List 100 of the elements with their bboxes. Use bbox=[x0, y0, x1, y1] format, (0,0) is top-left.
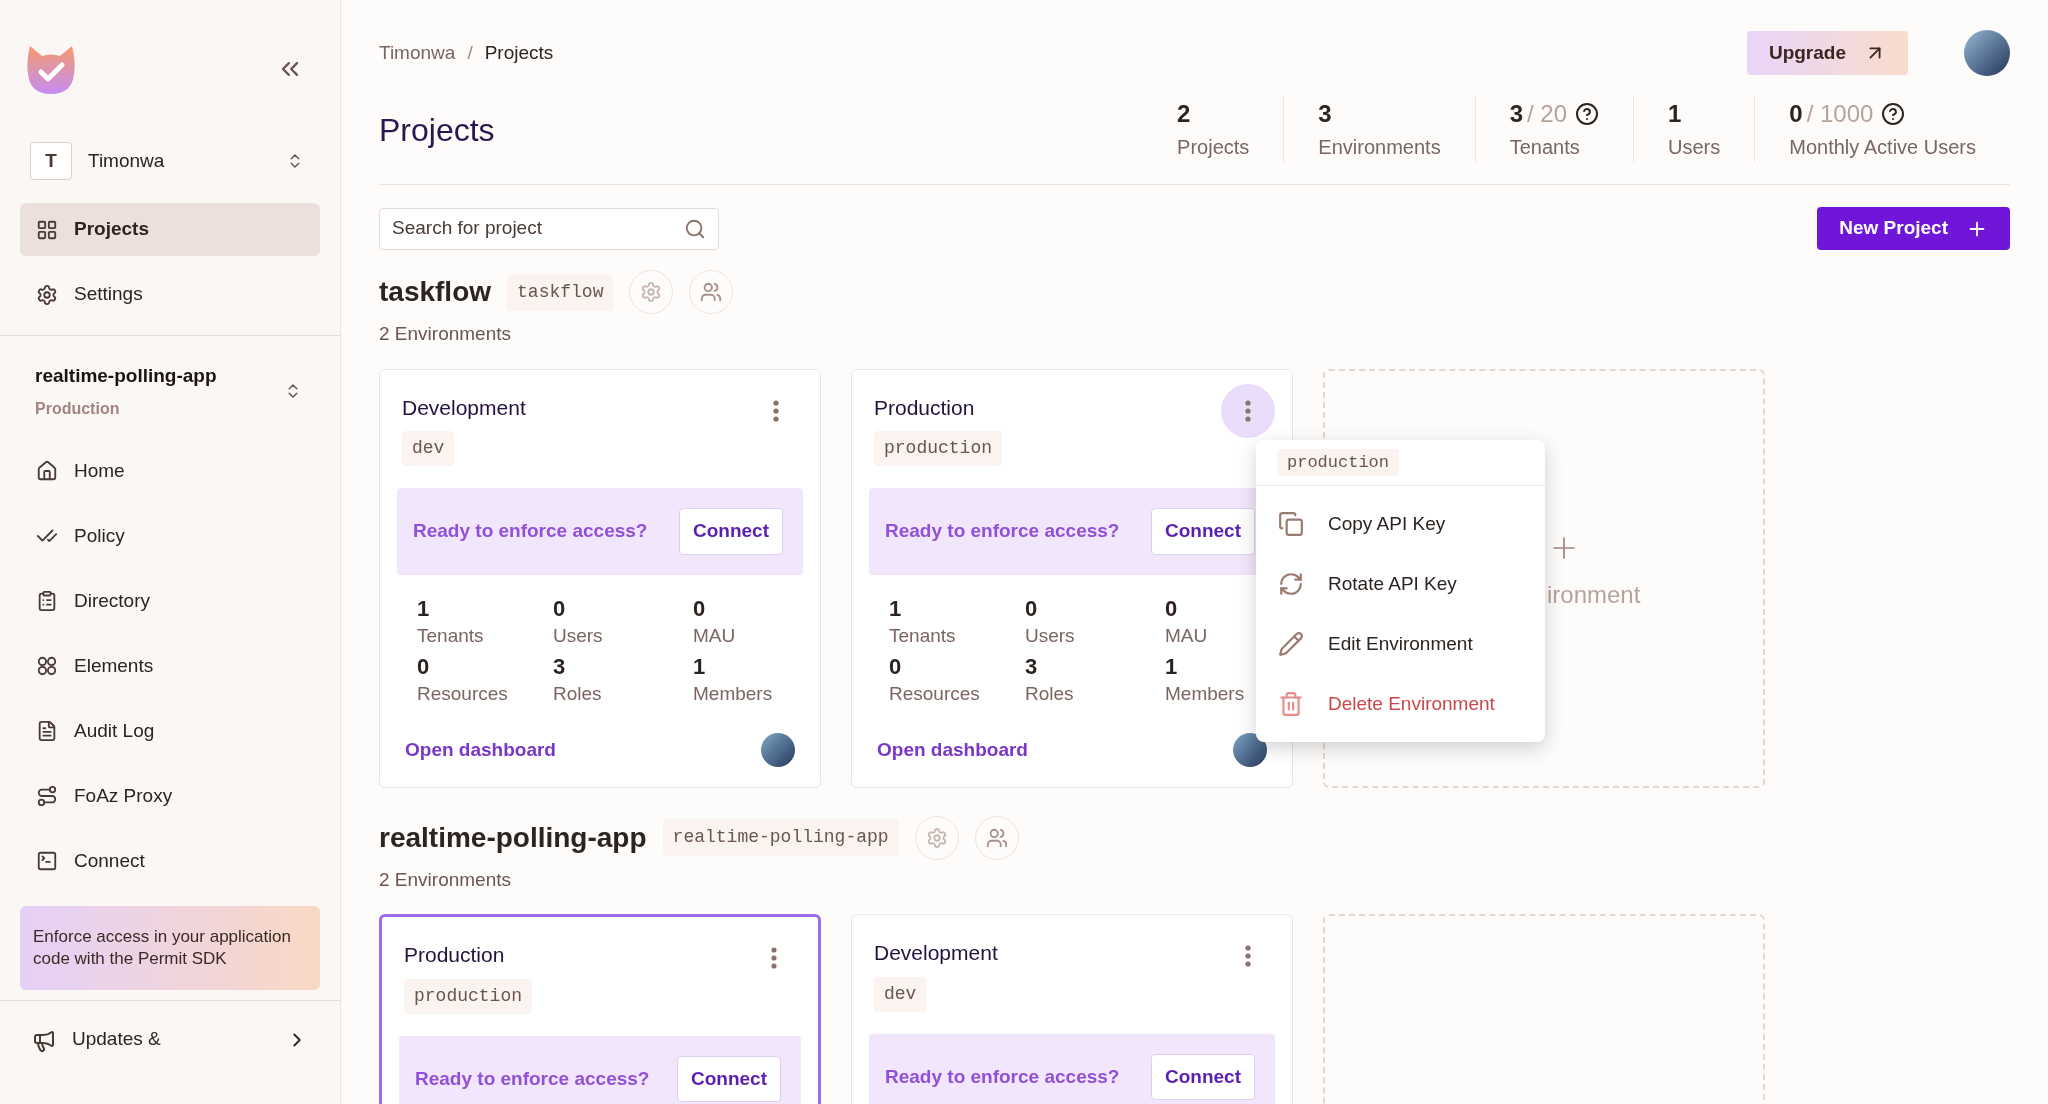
connect-button[interactable]: Connect bbox=[1151, 508, 1255, 555]
people-icon bbox=[985, 826, 1008, 849]
environment-slug: production bbox=[404, 978, 533, 1014]
sidebar-item[interactable]: FoAz Proxy bbox=[20, 769, 320, 823]
metric-value: 0 bbox=[417, 653, 431, 681]
breadcrumb-separator: / bbox=[467, 40, 473, 65]
stat-label: Projects bbox=[1177, 135, 1250, 160]
kebab-icon bbox=[1245, 945, 1251, 967]
open-dashboard-link[interactable]: Open dashboard bbox=[405, 735, 556, 765]
environment-count: 2 Environments bbox=[379, 867, 512, 892]
banner-text: Ready to enforce access? bbox=[415, 1066, 650, 1091]
metric-label: Members bbox=[1165, 682, 1246, 706]
org-name[interactable]: Timonwa bbox=[88, 146, 286, 176]
stat-limit: / 1000 bbox=[1806, 99, 1874, 129]
kebab-icon bbox=[771, 947, 777, 969]
metric-value: 0 bbox=[1025, 595, 1039, 623]
banner-text: Ready to enforce access? bbox=[885, 519, 1120, 544]
stat-value: 3 bbox=[1509, 99, 1523, 129]
search-icon bbox=[684, 217, 706, 240]
environment-title: Development bbox=[402, 394, 526, 421]
list-icon bbox=[36, 590, 58, 612]
connect-button[interactable]: Connect bbox=[1151, 1053, 1255, 1101]
environment-title: Production bbox=[404, 942, 505, 968]
stat-label: Tenants bbox=[1509, 135, 1581, 160]
environment-card[interactable]: Development dev Ready to enforce access? Connect 1 Tenants 0 Users 0 MAU 0 Resources 3 Roles 1 Members Open dashboard bbox=[379, 368, 821, 788]
document-icon bbox=[36, 720, 58, 742]
avatar bbox=[761, 733, 795, 767]
menu-item[interactable]: Rotate API Key bbox=[1256, 554, 1545, 614]
stat-value: 3 bbox=[1318, 99, 1332, 129]
menu-item[interactable]: Delete Environment bbox=[1256, 674, 1545, 734]
grid-icon bbox=[36, 218, 58, 241]
more-button[interactable] bbox=[1221, 383, 1275, 438]
breadcrumb-link[interactable]: Projects bbox=[484, 38, 554, 68]
updates-link[interactable]: Updates & bbox=[72, 1024, 270, 1053]
environment-slug: dev bbox=[402, 431, 455, 466]
environment-card[interactable]: Production production Ready to enforce access? Connect bbox=[379, 914, 821, 1104]
sidebar-item[interactable]: Audit Log bbox=[20, 704, 320, 758]
breadcrumb-link[interactable]: Timonwa bbox=[379, 38, 456, 68]
metric-value: 0 bbox=[889, 653, 903, 681]
project-slug: realtime-polling-app bbox=[662, 819, 899, 856]
metric-label: Users bbox=[553, 624, 604, 648]
environment-title: Production bbox=[874, 394, 975, 421]
banner-text: Ready to enforce access? bbox=[885, 1064, 1120, 1089]
sidebar-item[interactable]: Home bbox=[20, 444, 320, 498]
trash-icon bbox=[1278, 691, 1304, 717]
environment-slug: production bbox=[1277, 448, 1400, 476]
metric-label: Roles bbox=[553, 682, 603, 706]
metric-label: Members bbox=[693, 682, 774, 706]
people-icon bbox=[700, 281, 723, 303]
environment-title: Development bbox=[874, 940, 998, 966]
menu-item[interactable]: Edit Environment bbox=[1256, 614, 1545, 674]
sidebar-item[interactable]: Settings bbox=[20, 268, 320, 321]
environment-card[interactable]: Development dev Ready to enforce access? Connect bbox=[851, 914, 1293, 1104]
stat-value: 2 bbox=[1177, 99, 1191, 129]
promo-banner[interactable]: Enforce access in your application code with the Permit SDK bbox=[20, 905, 320, 990]
stat-label: Environments bbox=[1318, 135, 1441, 160]
project-slug: taskflow bbox=[507, 273, 614, 311]
metric-value: 3 bbox=[553, 653, 567, 681]
sidebar-item[interactable]: Connect bbox=[20, 834, 320, 888]
metric-value: 1 bbox=[417, 595, 431, 623]
megaphone-icon bbox=[32, 1028, 56, 1053]
sidebar-item[interactable]: Projects bbox=[20, 203, 320, 256]
refresh-icon bbox=[1278, 571, 1304, 597]
sidebar-item[interactable]: Policy bbox=[20, 509, 320, 563]
sidebar-item[interactable]: Directory bbox=[20, 574, 320, 628]
metric-value: 1 bbox=[1165, 653, 1179, 681]
help-icon[interactable] bbox=[1881, 102, 1906, 126]
metric-label: Roles bbox=[1025, 682, 1075, 706]
stat-label: Users bbox=[1668, 135, 1721, 160]
stat-value: 1 bbox=[1668, 99, 1682, 129]
metric-value: 0 bbox=[553, 595, 567, 623]
route-icon bbox=[36, 785, 58, 807]
stat-label: Monthly Active Users bbox=[1789, 135, 1976, 160]
circles-icon bbox=[36, 655, 58, 677]
metric-label: Resources bbox=[417, 682, 509, 706]
search-input[interactable]: Search for project bbox=[392, 214, 684, 243]
org-initial-avatar: T bbox=[30, 142, 72, 180]
metric-label: Users bbox=[1025, 624, 1076, 648]
menu-item[interactable]: Copy API Key bbox=[1256, 494, 1545, 554]
connect-button[interactable]: Connect bbox=[677, 1055, 781, 1103]
sidebar-item[interactable]: Elements bbox=[20, 639, 320, 693]
connect-button[interactable]: Connect bbox=[679, 508, 783, 555]
new-project-button[interactable]: New Project bbox=[1817, 207, 2010, 250]
environment-name: Production bbox=[35, 398, 121, 419]
open-dashboard-link[interactable]: Open dashboard bbox=[877, 735, 1028, 765]
metric-label: MAU bbox=[693, 624, 737, 648]
pencil-icon bbox=[1278, 631, 1304, 657]
gear-icon bbox=[925, 826, 948, 849]
user-avatar[interactable] bbox=[1964, 30, 2010, 76]
home-icon bbox=[36, 460, 58, 482]
project-title: taskflow bbox=[379, 275, 492, 309]
environment-slug: dev bbox=[874, 976, 927, 1012]
metric-label: MAU bbox=[1165, 624, 1209, 648]
upgrade-button[interactable]: Upgrade bbox=[1746, 31, 1908, 75]
stat-value: 0 bbox=[1789, 99, 1803, 129]
help-icon[interactable] bbox=[1575, 102, 1600, 126]
metric-label: Tenants bbox=[889, 624, 957, 648]
search-field[interactable]: Search for project bbox=[379, 207, 719, 250]
environment-count: 2 Environments bbox=[379, 322, 512, 346]
metric-value: 1 bbox=[889, 595, 903, 623]
